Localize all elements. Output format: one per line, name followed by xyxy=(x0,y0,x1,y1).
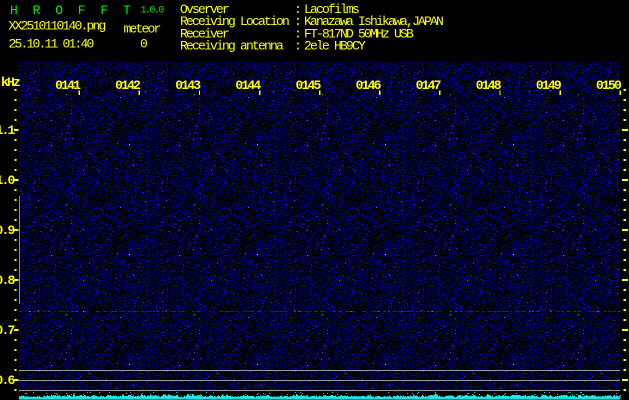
svg-text:0147: 0147 xyxy=(416,78,441,93)
svg-text:Receiving antenna: Receiving antenna xyxy=(180,39,284,54)
svg-text:0.6: 0.6 xyxy=(0,373,15,388)
svg-text:2ele HB9CY: 2ele HB9CY xyxy=(304,39,366,54)
svg-text:25.10.11 01:40: 25.10.11 01:40 xyxy=(9,37,94,52)
svg-text:meteor: meteor xyxy=(124,21,161,36)
svg-text:0143: 0143 xyxy=(175,78,201,93)
svg-text:0145: 0145 xyxy=(295,78,321,93)
svg-text:0146: 0146 xyxy=(356,78,382,93)
svg-text:0: 0 xyxy=(140,37,147,52)
svg-text:1.1: 1.1 xyxy=(0,123,15,138)
svg-text:0149: 0149 xyxy=(536,78,562,93)
svg-text:0.7: 0.7 xyxy=(0,323,14,338)
svg-text:0150: 0150 xyxy=(596,78,622,93)
svg-text:0148: 0148 xyxy=(476,78,502,93)
svg-text:0141: 0141 xyxy=(55,78,81,93)
svg-text:kHz: kHz xyxy=(1,75,20,90)
svg-text:0142: 0142 xyxy=(115,78,141,93)
svg-text::: : xyxy=(294,39,300,54)
svg-text:1.0.0: 1.0.0 xyxy=(141,5,165,16)
svg-text:1.0: 1.0 xyxy=(0,173,15,188)
svg-text:0144: 0144 xyxy=(235,78,261,93)
svg-text:H R O F F T: H R O F F T xyxy=(10,3,134,18)
svg-text:0.9: 0.9 xyxy=(0,223,15,238)
svg-text:0.8: 0.8 xyxy=(0,273,15,288)
svg-text:XX2510110140.png: XX2510110140.png xyxy=(9,19,106,34)
